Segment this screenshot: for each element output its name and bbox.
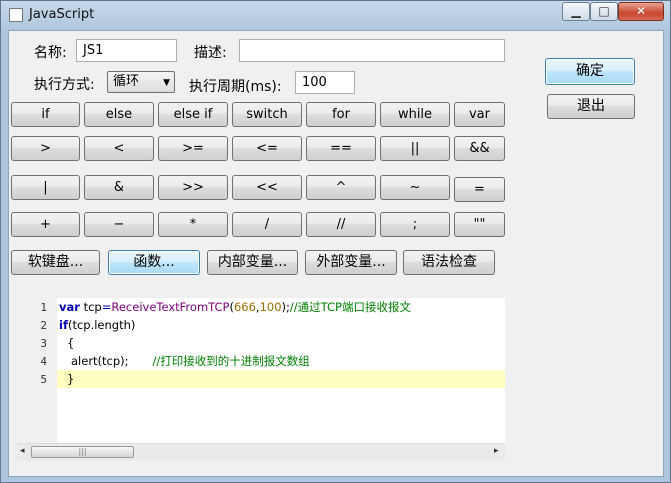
key-bitwise-and[interactable]: & — [84, 175, 154, 200]
window-title: JavaScript — [29, 7, 95, 22]
scroll-thumb[interactable]: ||| — [31, 446, 134, 458]
code-function: ReceiveTextFromTCP — [111, 300, 230, 314]
line-number-gutter: 1 2 3 4 5 — [17, 298, 57, 443]
key-plus[interactable]: + — [11, 212, 80, 237]
line-number: 3 — [40, 337, 47, 350]
key-tilde[interactable]: ~ — [380, 175, 450, 200]
line-number: 5 — [40, 373, 47, 386]
syntax-check-button[interactable]: 语法检查 — [403, 250, 495, 275]
key-while[interactable]: while — [380, 102, 450, 127]
mode-label: 执行方式: — [34, 77, 95, 93]
code-token: } — [67, 372, 75, 386]
key-else-if[interactable]: else if — [158, 102, 228, 127]
key-else[interactable]: else — [84, 102, 154, 127]
code-line: alert(tcp); //打印接收到的十进制报文数组 — [71, 352, 310, 370]
key-var[interactable]: var — [454, 102, 505, 127]
name-label: 名称: — [34, 45, 67, 61]
soft-keyboard-button[interactable]: 软键盘... — [11, 250, 100, 275]
chevron-down-icon: ▼ — [163, 78, 170, 88]
external-variables-button[interactable]: 外部变量... — [305, 250, 397, 275]
key-less-equal[interactable]: <= — [232, 136, 302, 161]
code-line: { — [67, 334, 74, 352]
description-label: 描述: — [194, 45, 227, 61]
period-label: 执行周期(ms): — [189, 79, 282, 95]
key-equal-equal[interactable]: == — [306, 136, 376, 161]
key-shift-left[interactable]: << — [232, 175, 302, 200]
mode-select-value: 循环 — [113, 74, 140, 89]
ok-button[interactable]: 确定 — [545, 58, 635, 85]
key-quotes[interactable]: "" — [454, 212, 505, 237]
code-keyword: if — [59, 318, 68, 332]
key-greater[interactable]: > — [11, 136, 80, 161]
code-comment: //打印接收到的十进制报文数组 — [152, 354, 310, 368]
key-less[interactable]: < — [84, 136, 154, 161]
current-line-highlight — [57, 370, 505, 388]
key-bitwise-or[interactable]: | — [11, 175, 80, 200]
line-number: 2 — [40, 319, 47, 332]
description-input[interactable] — [239, 39, 505, 62]
code-token: tcp — [79, 300, 102, 314]
minimize-button[interactable]: ▁ — [562, 2, 590, 21]
key-divide[interactable]: / — [232, 212, 302, 237]
code-line: } — [67, 370, 74, 388]
key-switch[interactable]: switch — [232, 102, 302, 127]
code-number: 100 — [259, 300, 282, 314]
name-input[interactable]: JS1 — [76, 39, 177, 62]
mode-select[interactable]: 循环 ▼ — [107, 71, 175, 93]
key-logical-or[interactable]: || — [380, 136, 450, 161]
code-token: (tcp.length) — [67, 318, 136, 332]
key-for[interactable]: for — [306, 102, 376, 127]
scroll-left-icon[interactable]: ◂ — [20, 446, 25, 456]
maximize-button[interactable]: □ — [590, 2, 618, 21]
key-comment[interactable]: // — [306, 212, 376, 237]
functions-button[interactable]: 函数... — [108, 250, 200, 275]
key-assign[interactable]: = — [454, 177, 505, 202]
key-logical-and[interactable]: && — [454, 136, 505, 161]
line-number: 4 — [40, 355, 47, 368]
code-token: = — [101, 300, 112, 314]
title-bar[interactable]: JavaScript ▁ □ ✕ — [1, 1, 670, 29]
app-icon — [9, 8, 23, 22]
key-if[interactable]: if — [11, 102, 80, 127]
javascript-dialog: JavaScript ▁ □ ✕ 名称: JS1 描述: 执行方式: 循环 ▼ … — [0, 0, 671, 483]
key-xor[interactable]: ^ — [306, 175, 376, 200]
scroll-right-icon[interactable]: ▸ — [494, 446, 499, 456]
key-greater-equal[interactable]: >= — [158, 136, 228, 161]
code-editor[interactable]: 1 2 3 4 5 var tcp=ReceiveTextFromTCP(666… — [17, 298, 505, 443]
code-keyword: var — [59, 300, 80, 314]
code-token: { — [67, 336, 75, 350]
code-comment: //通过TCP端口接收报文 — [289, 300, 411, 314]
code-line: var tcp=ReceiveTextFromTCP(666,100);//通过… — [59, 298, 411, 316]
key-minus[interactable]: − — [84, 212, 154, 237]
close-button[interactable]: ✕ — [618, 2, 664, 21]
code-line: if(tcp.length) — [59, 316, 135, 334]
code-token: alert(tcp); — [71, 354, 129, 368]
key-multiply[interactable]: * — [158, 212, 228, 237]
internal-variables-button[interactable]: 内部变量... — [207, 250, 298, 275]
dialog-client-area: 名称: JS1 描述: 执行方式: 循环 ▼ 执行周期(ms): 100 确定 … — [8, 30, 664, 477]
code-token: ); — [281, 300, 290, 314]
key-shift-right[interactable]: >> — [158, 175, 228, 200]
line-number: 1 — [40, 301, 47, 314]
code-number: 666 — [233, 300, 256, 314]
horizontal-scrollbar[interactable]: ◂ ||| ▸ — [17, 443, 505, 461]
exit-button[interactable]: 退出 — [547, 94, 635, 119]
key-semicolon[interactable]: ; — [380, 212, 450, 237]
period-input[interactable]: 100 — [295, 71, 355, 94]
